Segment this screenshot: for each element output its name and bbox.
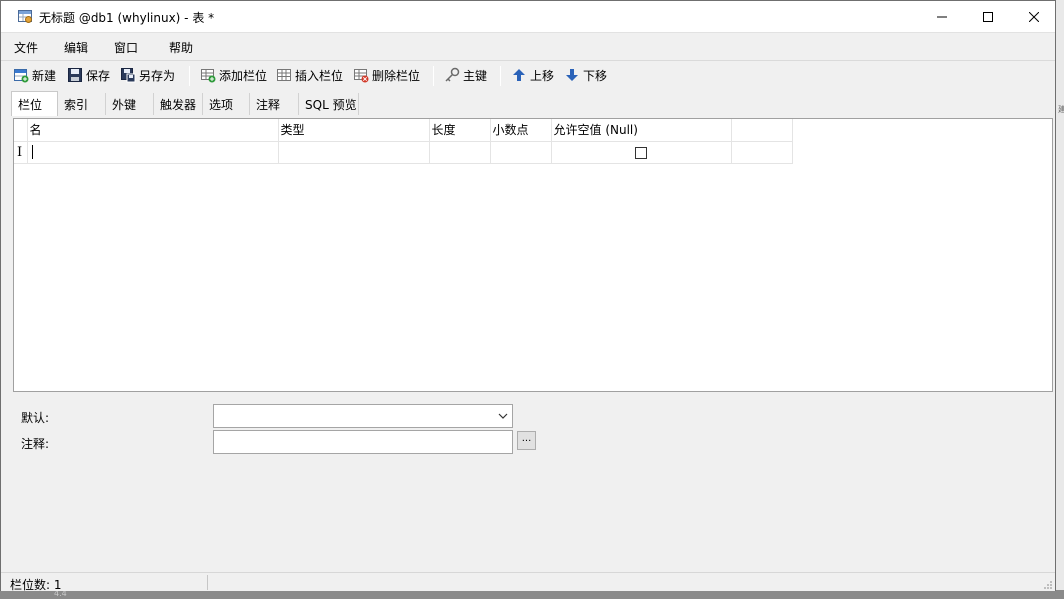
move-up-button[interactable]: 上移 [511, 66, 554, 84]
tab-options[interactable]: 选项 [203, 93, 250, 115]
text-cursor-icon: I [17, 144, 23, 160]
save-icon [67, 67, 83, 83]
arrow-down-icon [564, 67, 580, 83]
column-header-length[interactable]: 长度 [429, 119, 491, 142]
primary-key-button-label: 主键 [463, 68, 488, 83]
move-down-button[interactable]: 下移 [564, 66, 607, 84]
maximize-icon [983, 11, 993, 22]
save-as-button-label: 另存为 [139, 68, 176, 83]
fields-grid[interactable]: 名 类型 长度 小数点 允许空值 (Null) I [13, 118, 1053, 392]
toolbar-separator [189, 66, 190, 86]
menu-window[interactable]: 窗口 [114, 39, 138, 56]
key-icon [444, 67, 460, 83]
delete-column-icon [353, 67, 369, 83]
tab-sql-preview[interactable]: SQL 预览 [299, 93, 359, 115]
default-label: 默认: [21, 411, 50, 425]
minimize-button[interactable] [919, 1, 965, 32]
allow-null-checkbox[interactable] [635, 146, 647, 159]
toolbar-separator [433, 66, 434, 86]
new-table-icon [13, 67, 29, 83]
field-decimals-cell[interactable] [490, 141, 552, 164]
primary-key-button[interactable]: 主键 [444, 66, 487, 84]
row-header-cell [14, 119, 28, 142]
background-window-edge: 建 [1055, 0, 1064, 599]
move-up-button-label: 上移 [530, 68, 555, 83]
title-bar[interactable]: 无标题 @db1 (whylinux) - 表 * [1, 1, 1055, 32]
insert-column-button-label: 插入栏位 [295, 68, 344, 83]
column-header-type[interactable]: 类型 [278, 119, 430, 142]
tab-fields[interactable]: 栏位 [11, 91, 58, 116]
text-caret [31, 145, 33, 160]
resize-grip-icon[interactable] [1043, 579, 1053, 589]
move-down-button-label: 下移 [583, 68, 608, 83]
background-hint-text: 建 [1058, 105, 1064, 114]
field-type-cell[interactable] [278, 141, 430, 164]
comment-input[interactable] [213, 430, 513, 454]
window-title: 无标题 @db1 (whylinux) - 表 * [39, 11, 215, 25]
add-column-button[interactable]: 添加栏位 [200, 66, 267, 84]
menu-edit[interactable]: 编辑 [64, 39, 88, 56]
fields-table: 名 类型 长度 小数点 允许空值 (Null) I [14, 119, 793, 164]
toolbar-separator [500, 66, 501, 86]
comment-ellipsis-button[interactable]: ... [517, 431, 536, 450]
field-extra-cell[interactable] [731, 141, 793, 164]
chevron-down-icon [498, 410, 508, 424]
column-header-allow-null[interactable]: 允许空值 (Null) [551, 119, 732, 142]
grid-header-row: 名 类型 长度 小数点 允许空值 (Null) [14, 119, 793, 142]
save-button[interactable]: 保存 [67, 66, 110, 84]
tab-triggers[interactable]: 触发器 [154, 93, 203, 115]
add-column-button-label: 添加栏位 [219, 68, 268, 83]
column-header-name[interactable]: 名 [27, 119, 279, 142]
menu-bar: 文件 编辑 窗口 帮助 [1, 32, 1055, 59]
default-select[interactable] [213, 404, 513, 428]
row-header-cell[interactable]: I [14, 141, 28, 164]
add-column-icon [200, 67, 216, 83]
save-as-button[interactable]: 另存为 [120, 66, 175, 84]
save-button-label: 保存 [86, 68, 111, 83]
delete-column-button-label: 删除栏位 [372, 68, 421, 83]
toolbar: 新建 保存 另存为 添加栏位 插入栏位 删除栏位 主键 上移 下移 [1, 60, 1055, 89]
comment-label: 注释: [21, 437, 50, 451]
table-app-icon [17, 8, 33, 24]
new-button[interactable]: 新建 [13, 66, 56, 84]
field-name-cell[interactable] [27, 141, 279, 164]
status-separator [207, 575, 208, 590]
tab-foreign-keys[interactable]: 外键 [106, 93, 154, 115]
menu-file[interactable]: 文件 [14, 39, 38, 56]
background-taskbar-edge: 4.4 [0, 589, 1064, 599]
tab-indexes[interactable]: 索引 [58, 93, 106, 115]
field-allow-null-cell[interactable] [551, 141, 732, 164]
status-bar: 栏位数: 1 [1, 572, 1055, 592]
tab-comment[interactable]: 注释 [250, 93, 299, 115]
field-length-cell[interactable] [429, 141, 491, 164]
insert-column-icon [276, 67, 292, 83]
field-count-status: 栏位数: 1 [10, 578, 62, 592]
close-button[interactable] [1011, 1, 1057, 32]
menu-help[interactable]: 帮助 [169, 39, 193, 56]
insert-column-button[interactable]: 插入栏位 [276, 66, 343, 84]
column-header-decimals[interactable]: 小数点 [490, 119, 552, 142]
maximize-button[interactable] [965, 1, 1011, 32]
minimize-icon [937, 16, 947, 17]
close-icon [1029, 11, 1039, 22]
arrow-up-icon [511, 67, 527, 83]
table-designer-window: 无标题 @db1 (whylinux) - 表 * 文件 编辑 窗口 帮助 新建 [0, 0, 1056, 592]
table-row[interactable]: I [14, 141, 793, 164]
new-button-label: 新建 [32, 68, 57, 83]
column-header-extra[interactable] [731, 119, 793, 142]
save-as-icon [120, 67, 136, 83]
delete-column-button[interactable]: 删除栏位 [353, 66, 420, 84]
